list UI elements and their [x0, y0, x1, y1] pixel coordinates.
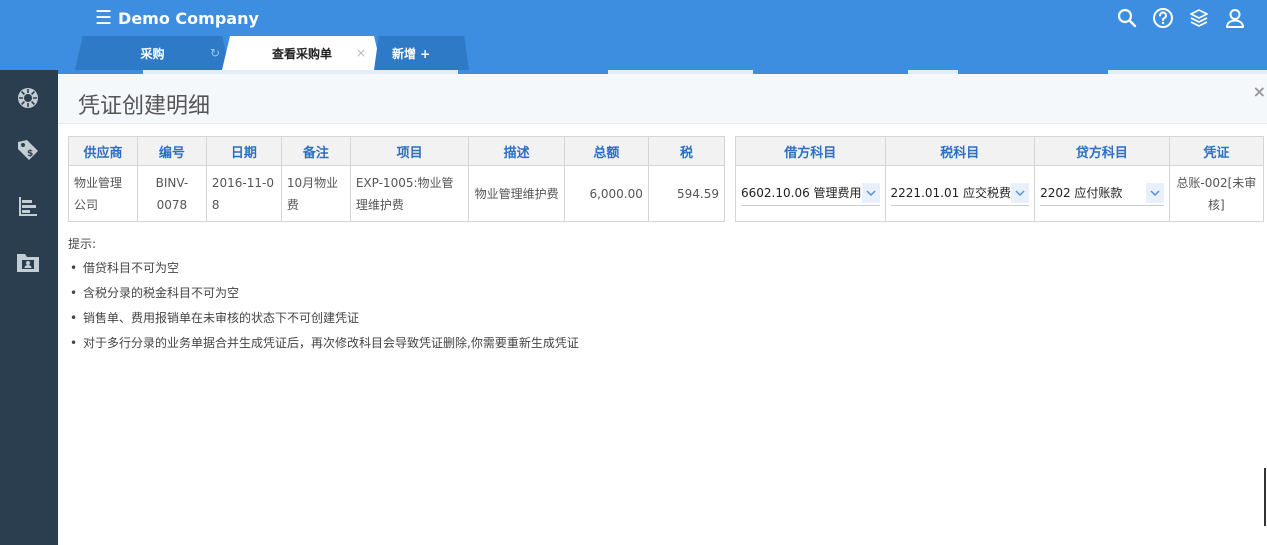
col-credit: 贷方科目 — [1034, 136, 1170, 166]
dialog-header: 凭证创建明细 × — [58, 74, 1267, 124]
table-row: 6602.10.06 管理费用 2221.01.01 应交税费 2202 应付账… — [735, 165, 1265, 222]
tab-view-purchase-order[interactable]: 查看采购单 × — [222, 36, 382, 70]
cell-number: BINV-0078 — [136, 165, 207, 222]
tag-icon[interactable]: $ — [14, 136, 42, 164]
tax-account-value: 2221.01.01 应交税费 — [890, 186, 1012, 200]
list-item: 借贷科目不可为空 — [68, 256, 579, 281]
hamburger-menu-icon[interactable]: ☰ — [95, 7, 112, 29]
cell-date: 2016-11-08 — [205, 165, 282, 222]
credit-account-value: 2202 应付账款 — [1040, 186, 1123, 200]
sidebar: $ — [0, 70, 58, 545]
col-tax-account: 税科目 — [884, 136, 1036, 166]
cell-tax: 594.59 — [647, 165, 726, 222]
dialog-close-icon[interactable]: × — [1253, 82, 1266, 101]
credit-account-select[interactable]: 2202 应付账款 — [1040, 182, 1164, 206]
col-description: 描述 — [468, 136, 565, 166]
col-voucher: 凭证 — [1168, 136, 1265, 166]
tab-add-new[interactable]: 新增 + — [374, 36, 469, 70]
cell-credit: 2202 应付账款 — [1034, 165, 1170, 222]
col-total: 总额 — [563, 136, 649, 166]
user-icon[interactable] — [1223, 6, 1247, 30]
tab-bar: 采购 ↻ 查看采购单 × 新增 + — [75, 36, 469, 70]
tab-label: 查看采购单 — [271, 46, 332, 61]
svg-text:$: $ — [27, 149, 33, 159]
col-date: 日期 — [205, 136, 282, 166]
col-number: 编号 — [136, 136, 207, 166]
list-item: 含税分录的税金科目不可为空 — [68, 281, 579, 306]
col-debit: 借方科目 — [735, 136, 886, 166]
brand[interactable]: ☰ Demo Company — [95, 6, 259, 30]
dashboard-icon[interactable] — [14, 84, 42, 112]
help-icon[interactable] — [1151, 6, 1175, 30]
table-row: 物业管理公司 BINV-0078 2016-11-08 10月物业费 EXP-1… — [68, 165, 726, 222]
tax-account-select[interactable]: 2221.01.01 应交税费 — [890, 182, 1030, 206]
table-header-row: 供应商 编号 日期 备注 项目 描述 总额 税 — [68, 136, 726, 166]
contacts-folder-icon[interactable] — [14, 248, 42, 276]
chevron-down-icon[interactable] — [861, 183, 880, 203]
layers-icon[interactable] — [1187, 6, 1211, 30]
list-item: 对于多行分录的业务单据合并生成凭证后，再次修改科目会导致凭证删除,你需要重新生成… — [68, 331, 579, 356]
cell-total: 6,000.00 — [563, 165, 649, 222]
cell-tax-account: 2221.01.01 应交税费 — [884, 165, 1036, 222]
debit-account-select[interactable]: 6602.10.06 管理费用 — [741, 182, 880, 206]
cell-debit: 6602.10.06 管理费用 — [735, 165, 886, 222]
brand-name: Demo Company — [118, 8, 259, 28]
tips-section: 提示: 借贷科目不可为空 含税分录的税金科目不可为空 销售单、费用报销单在未审核… — [68, 232, 579, 356]
list-item: 销售单、费用报销单在未审核的状态下不可创建凭证 — [68, 306, 579, 331]
cell-supplier: 物业管理公司 — [68, 165, 138, 222]
tab-close-icon[interactable]: × — [356, 46, 366, 60]
tab-label: 新增 + — [392, 46, 431, 61]
document-table: 供应商 编号 日期 备注 项目 描述 总额 税 物业管理公司 BINV-0078… — [68, 136, 726, 222]
account-table: 借方科目 税科目 贷方科目 凭证 6602.10.06 管理费用 2221.01… — [735, 136, 1265, 222]
cell-item: EXP-1005:物业管理维护费 — [349, 165, 470, 222]
cell-description: 物业管理维护费 — [468, 165, 565, 222]
dialog-title: 凭证创建明细 — [78, 94, 211, 119]
cell-voucher[interactable]: 总账-002[未审核] — [1168, 165, 1265, 222]
tips-heading: 提示: — [68, 237, 97, 251]
refresh-icon[interactable]: ↻ — [210, 46, 220, 60]
tips-list: 借贷科目不可为空 含税分录的税金科目不可为空 销售单、费用报销单在未审核的状态下… — [68, 256, 579, 356]
chevron-down-icon[interactable] — [1011, 183, 1030, 203]
top-bar: ☰ Demo Company 采购 ↻ 查看采购单 × 新增 + — [0, 0, 1267, 70]
top-icons — [1115, 6, 1247, 30]
tab-purchase[interactable]: 采购 ↻ — [75, 36, 230, 70]
col-tax: 税 — [647, 136, 726, 166]
chevron-down-icon[interactable] — [1145, 183, 1164, 203]
tab-label: 采购 — [140, 46, 165, 61]
table-header-row: 借方科目 税科目 贷方科目 凭证 — [735, 136, 1265, 166]
report-bars-icon[interactable] — [14, 192, 42, 220]
col-remark: 备注 — [280, 136, 351, 166]
col-item: 项目 — [349, 136, 470, 166]
scrollbar-handle[interactable] — [1264, 468, 1266, 526]
debit-account-value: 6602.10.06 管理费用 — [741, 186, 862, 200]
col-supplier: 供应商 — [68, 136, 138, 166]
cell-remark: 10月物业费 — [280, 165, 351, 222]
search-icon[interactable] — [1115, 6, 1139, 30]
